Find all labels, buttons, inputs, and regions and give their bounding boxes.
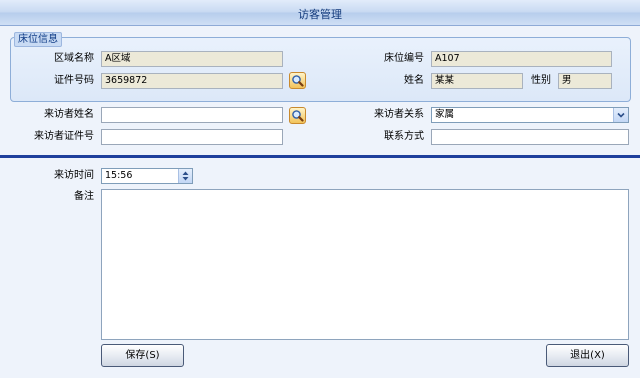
contact-label: 联系方式 bbox=[384, 131, 424, 142]
visitor-id-label: 来访者证件号 bbox=[34, 131, 94, 142]
bed-no-label: 床位编号 bbox=[384, 53, 424, 64]
gender-field[interactable]: 男 bbox=[558, 73, 612, 89]
chevron-down-icon bbox=[617, 112, 625, 118]
visit-time-picker[interactable]: 15:56 bbox=[101, 168, 193, 184]
area-label: 区域名称 bbox=[54, 53, 94, 64]
search-visitor-button[interactable] bbox=[289, 107, 306, 124]
contact-input[interactable] bbox=[431, 129, 629, 145]
window-title: 访客管理 bbox=[298, 8, 342, 21]
bed-no-field[interactable]: A107 bbox=[431, 51, 612, 67]
name-label: 姓名 bbox=[404, 75, 424, 86]
visitor-relation-value: 家属 bbox=[435, 109, 455, 120]
spin-arrows-icon bbox=[182, 171, 189, 181]
visit-time-label: 来访时间 bbox=[54, 170, 94, 181]
visitor-id-input[interactable] bbox=[101, 129, 283, 145]
visitor-relation-label: 来访者关系 bbox=[374, 109, 424, 120]
section-divider bbox=[0, 155, 640, 158]
visitor-relation-select[interactable]: 家属 bbox=[431, 107, 629, 123]
id-field[interactable]: 3659872 bbox=[101, 73, 283, 89]
visit-time-value: 15:56 bbox=[105, 170, 133, 181]
time-spin-buttons[interactable] bbox=[178, 169, 192, 183]
search-icon bbox=[292, 75, 304, 87]
search-icon bbox=[292, 110, 304, 122]
relation-dropdown-button[interactable] bbox=[613, 108, 628, 122]
bed-info-group-title: 床位信息 bbox=[14, 32, 62, 47]
notes-label: 备注 bbox=[74, 191, 94, 202]
exit-button[interactable]: 退出(X) bbox=[546, 344, 629, 367]
notes-textarea[interactable] bbox=[101, 189, 629, 340]
name-field[interactable]: 某某 bbox=[431, 73, 523, 89]
visitor-name-label: 来访者姓名 bbox=[44, 109, 94, 120]
visitor-name-input[interactable] bbox=[101, 107, 283, 123]
bed-info-group bbox=[10, 37, 631, 102]
search-id-button[interactable] bbox=[289, 72, 306, 89]
gender-label: 性别 bbox=[531, 75, 551, 86]
area-field[interactable]: A区域 bbox=[101, 51, 283, 67]
id-label: 证件号码 bbox=[54, 75, 94, 86]
save-button[interactable]: 保存(S) bbox=[101, 344, 184, 367]
